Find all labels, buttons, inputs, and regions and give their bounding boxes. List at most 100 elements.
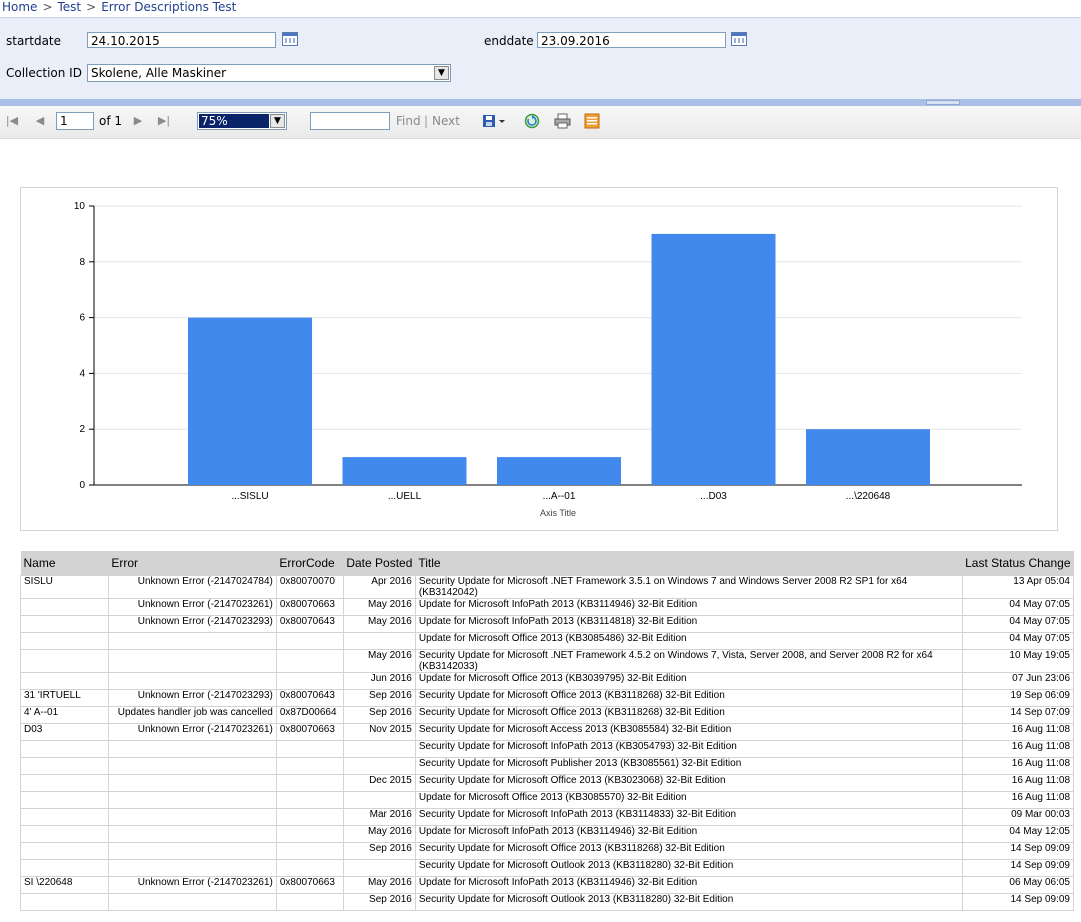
table-cell-status: 04 May 12:05 (961, 825, 1075, 843)
table-header-row: Name Error ErrorCode Date Posted Title L… (20, 551, 1074, 576)
bar (188, 317, 312, 485)
table-cell-date: Dec 2015 (342, 774, 416, 792)
calendar-icon[interactable] (282, 32, 298, 46)
column-header-last-status-change[interactable]: Last Status Change (962, 551, 1074, 576)
table-row: D03 Unknown Error (-2147023261) 0x80070663… (20, 723, 1075, 741)
table-row: Security Update for Microsoft Publisher … (20, 757, 1075, 775)
next-page-icon[interactable]: ▶ (131, 114, 145, 128)
enddate-input[interactable]: 23.09.2016 (537, 32, 726, 48)
table-cell-name (20, 740, 109, 758)
table-cell-date: Sep 2016 (342, 689, 416, 707)
table-cell-title: Update for Microsoft InfoPath 2013 (KB31… (414, 876, 963, 894)
zoom-select[interactable]: 75% ▼ (197, 112, 287, 130)
table-row: SI \220648 Unknown Error (-2147023261) 0x8… (20, 876, 1075, 894)
table-cell-error (107, 808, 277, 826)
table-cell-code (275, 649, 344, 673)
table-cell-title: Security Update for Microsoft InfoPath 2… (414, 740, 963, 758)
bar-chart-svg: 0 2 4 6 8 10 ...SISLU ...UELL ...A--01 ...D03 ...\… (74, 201, 1022, 518)
breadcrumb-home[interactable]: Home (2, 0, 37, 14)
table-cell-date: Sep 2016 (342, 893, 416, 911)
x-tick-label: ...A--01 (543, 491, 576, 502)
toolbar-separator: | (424, 114, 429, 128)
y-tick-label: 4 (79, 368, 85, 379)
table-cell-error: Unknown Error (-2147023261) (107, 598, 277, 616)
table-cell-status: 14 Sep 09:09 (961, 842, 1075, 860)
table-row: 4' A--01 Updates handler job was cancelle… (20, 706, 1075, 724)
table-cell-code (275, 672, 344, 690)
table-row: Security Update for Microsoft InfoPath 2… (20, 740, 1075, 758)
page-number-input[interactable]: 1 (56, 112, 94, 130)
x-tick-label: ...UELL (388, 491, 422, 502)
collection-select-value: Skolene, Alle Maskiner (91, 66, 227, 80)
first-page-icon[interactable]: |◀ (5, 114, 19, 128)
table-row: May 2016 Security Update for Microsoft .N… (20, 649, 1075, 673)
column-header-error[interactable]: Error (108, 551, 277, 576)
table-cell-code (275, 808, 344, 826)
column-header-name[interactable]: Name (20, 551, 109, 576)
table-row: Unknown Error (-2147023261) 0x80070663 May… (20, 598, 1075, 616)
bar (497, 457, 621, 485)
parameters-splitter[interactable] (0, 99, 1081, 106)
table-row: SISLU Unknown Error (-2147024784) 0x800700… (20, 575, 1075, 599)
startdate-input[interactable]: 24.10.2015 (87, 32, 276, 48)
table-cell-name: 4' A--01 (20, 706, 109, 724)
splitter-grip[interactable] (926, 100, 960, 105)
table-cell-name (20, 632, 109, 650)
table-cell-title: Security Update for Microsoft Office 201… (414, 774, 963, 792)
table-cell-code (275, 825, 344, 843)
table-cell-name: 31 'IRTUELL (20, 689, 109, 707)
table-row: Dec 2015 Security Update for Microsoft Of… (20, 774, 1075, 792)
table-cell-error (107, 859, 277, 877)
table-cell-title: Update for Microsoft InfoPath 2013 (KB31… (414, 825, 963, 843)
table-cell-error (107, 672, 277, 690)
column-header-errorcode[interactable]: ErrorCode (276, 551, 344, 576)
table-cell-title: Security Update for Microsoft Outlook 20… (414, 893, 963, 911)
table-cell-status: 06 May 06:05 (961, 876, 1075, 894)
zoom-value: 75% (199, 114, 269, 128)
table-cell-code: 0x87D00664 (275, 706, 344, 724)
find-link[interactable]: Find (396, 114, 421, 128)
table-cell-title: Security Update for Microsoft Office 201… (414, 842, 963, 860)
refresh-icon[interactable] (524, 113, 540, 129)
table-cell-error (107, 740, 277, 758)
table-cell-name (20, 825, 109, 843)
previous-page-icon[interactable]: ◀ (33, 114, 47, 128)
table-cell-title: Security Update for Microsoft .NET Frame… (414, 575, 963, 599)
breadcrumb-current[interactable]: Error Descriptions Test (101, 0, 236, 14)
data-feed-icon[interactable] (584, 113, 600, 129)
table-row: Update for Microsoft Office 2013 (KB3085… (20, 632, 1075, 650)
table-cell-error (107, 791, 277, 809)
table-cell-code (275, 791, 344, 809)
bar (342, 457, 467, 485)
table-cell-date: May 2016 (342, 649, 416, 673)
table-cell-title: Security Update for Microsoft Access 201… (414, 723, 963, 741)
table-cell-title: Security Update for Microsoft Publisher … (414, 757, 963, 775)
collection-select[interactable]: Skolene, Alle Maskiner ▼ (87, 64, 451, 82)
find-input[interactable] (310, 112, 390, 130)
next-link[interactable]: Next (432, 114, 460, 128)
chevron-down-icon[interactable]: ▼ (270, 114, 285, 128)
table-cell-title: Security Update for Microsoft Office 201… (414, 706, 963, 724)
table-cell-code (275, 740, 344, 758)
table-cell-error: Unknown Error (-2147023293) (107, 615, 277, 633)
table-cell-status: 07 Jun 23:06 (961, 672, 1075, 690)
column-header-date-posted[interactable]: Date Posted (343, 551, 416, 576)
print-icon[interactable] (554, 113, 571, 129)
startdate-label: startdate (6, 34, 62, 48)
last-page-icon[interactable]: ▶| (157, 114, 171, 128)
table-cell-code (275, 893, 344, 911)
table-cell-name (20, 672, 109, 690)
table-cell-date (342, 791, 416, 809)
table-row: Unknown Error (-2147023293) 0x80070643 May… (20, 615, 1075, 633)
calendar-icon[interactable] (731, 32, 747, 46)
table-cell-code (275, 774, 344, 792)
table-cell-title: Update for Microsoft InfoPath 2013 (KB31… (414, 615, 963, 633)
export-icon[interactable] (482, 113, 508, 127)
bar-chart: 0 2 4 6 8 10 ...SISLU ...UELL ...A--01 ...D03 ...\… (20, 187, 1058, 531)
breadcrumb-test[interactable]: Test (58, 0, 82, 14)
y-tick-label: 0 (79, 480, 85, 491)
y-tick-label: 8 (79, 257, 85, 268)
table-row: May 2016 Update for Microsoft InfoPath 20… (20, 825, 1075, 843)
chevron-down-icon[interactable]: ▼ (434, 66, 449, 80)
column-header-title[interactable]: Title (415, 551, 963, 576)
